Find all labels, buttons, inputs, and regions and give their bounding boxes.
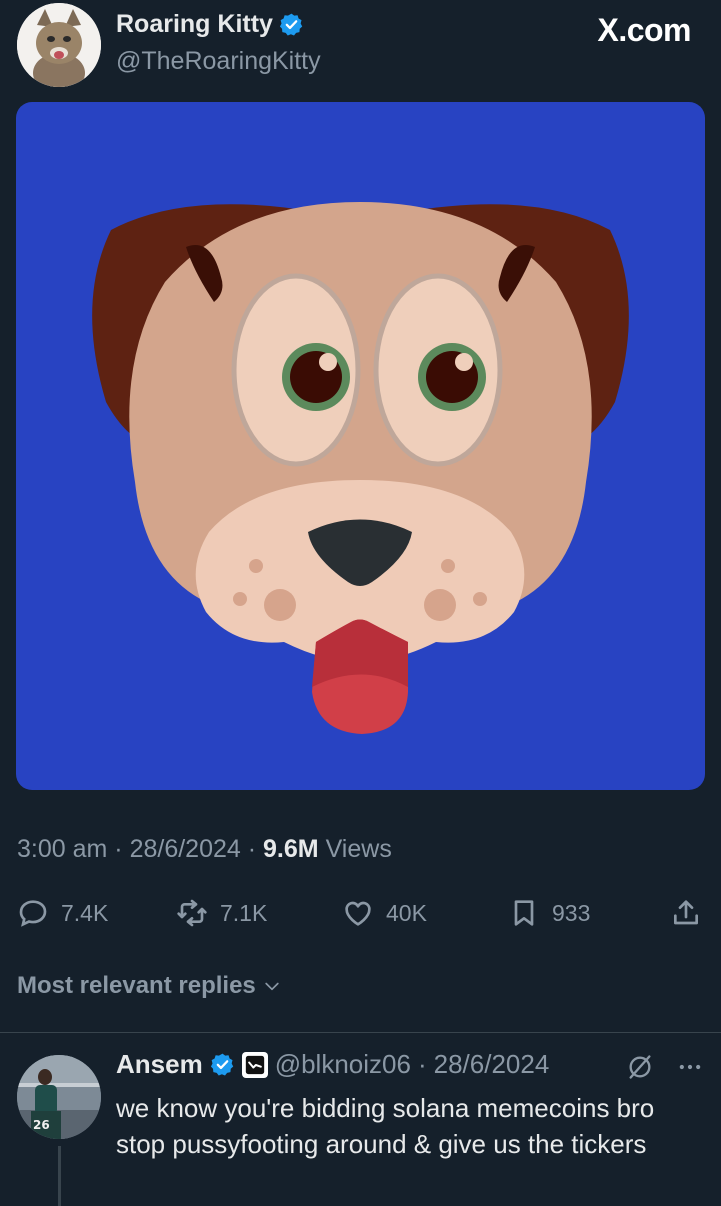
meta-separator: · <box>417 1049 427 1079</box>
tweet-image[interactable] <box>16 102 705 790</box>
views-label: Views <box>325 835 392 863</box>
author-name[interactable]: Roaring Kitty <box>116 10 273 39</box>
repost-count: 7.1K <box>220 899 268 926</box>
tweet-action-bar: 7.4K 7.1K 40K 933 <box>0 888 721 938</box>
site-watermark: X.com <box>597 12 691 48</box>
bookmark-button[interactable]: 933 <box>508 888 590 938</box>
reply-button[interactable]: 7.4K <box>17 888 108 938</box>
reply-count: 7.4K <box>61 899 109 926</box>
tweet-timestamp-line: 3:00 am · 28/6/2024 · 9.6M Views <box>17 835 392 864</box>
views-count: 9.6M <box>263 835 319 863</box>
repost-icon <box>177 899 207 927</box>
author-avatar[interactable] <box>17 3 101 87</box>
like-count: 40K <box>386 899 427 926</box>
reply-tweet[interactable]: 26 Ansem @blknoiz06 · 28/6/2024 we know … <box>0 1033 721 1206</box>
author-handle[interactable]: @TheRoaringKitty <box>116 47 321 76</box>
reply-icon <box>19 900 47 927</box>
bookmark-count: 933 <box>552 899 591 926</box>
grok-icon[interactable] <box>626 1053 654 1081</box>
tweet-time[interactable]: 3:00 am <box>17 835 107 863</box>
reply-author-name[interactable]: Ansem <box>116 1049 203 1080</box>
tweet-date[interactable]: 28/6/2024 <box>130 835 241 863</box>
meta-separator: · <box>247 835 264 863</box>
bookmark-icon <box>514 900 534 926</box>
tweet-header: Roaring Kitty @TheRoaringKitty X.com <box>0 0 721 100</box>
reply-tools <box>626 1053 704 1081</box>
more-options-icon[interactable] <box>676 1053 704 1081</box>
reply-date[interactable]: 28/6/2024 <box>434 1049 550 1080</box>
reply-author-avatar[interactable]: 26 <box>17 1055 101 1139</box>
verified-badge-icon <box>210 1053 233 1076</box>
reply-author-handle[interactable]: @blknoiz06 <box>275 1049 411 1080</box>
heart-icon <box>345 901 371 926</box>
reply-text: we know you're bidding solana memecoins … <box>116 1093 655 1159</box>
share-icon <box>674 900 698 925</box>
affiliate-badge-icon[interactable] <box>241 1051 268 1078</box>
repost-button[interactable]: 7.1K <box>176 888 267 938</box>
chevron-down-icon <box>265 982 279 991</box>
verified-badge-icon <box>279 12 304 37</box>
meta-separator: · <box>114 835 130 863</box>
replies-sort-label: Most relevant replies <box>17 972 256 999</box>
thread-connector-line <box>58 1146 61 1206</box>
share-button[interactable] <box>670 888 702 938</box>
replies-sort-dropdown[interactable]: Most relevant replies <box>17 972 282 1000</box>
like-button[interactable]: 40K <box>342 888 427 938</box>
svg-text:26: 26 <box>33 1118 50 1132</box>
